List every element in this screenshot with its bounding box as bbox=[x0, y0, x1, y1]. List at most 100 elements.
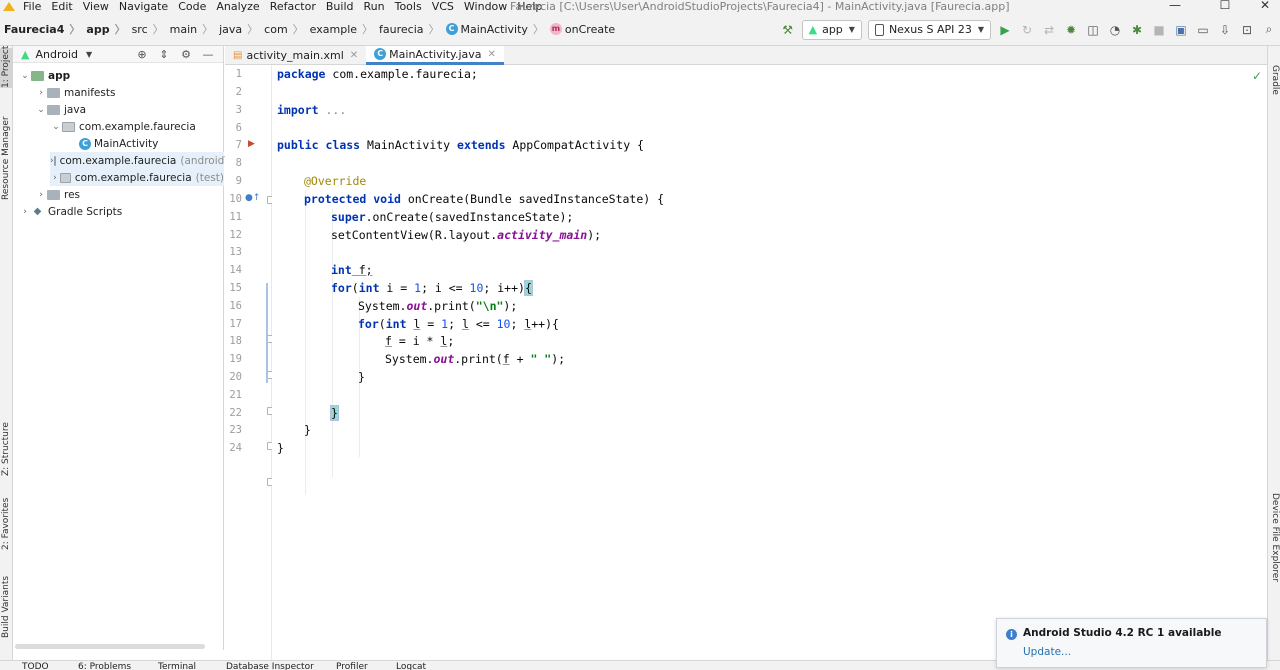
breadcrumb-example[interactable]: example 〉 bbox=[306, 21, 375, 37]
tree-item-app[interactable]: ⌄ app bbox=[19, 67, 70, 84]
apply-code-changes-icon[interactable]: ⇄ bbox=[1038, 19, 1060, 41]
line-number: 16 bbox=[229, 300, 242, 312]
tab-todo[interactable]: TODO bbox=[22, 662, 49, 670]
menu-code[interactable]: Code bbox=[173, 0, 211, 13]
android-icon: ▲ bbox=[21, 47, 30, 61]
code-line-3: import ... bbox=[277, 101, 346, 119]
menu-tools[interactable]: Tools bbox=[390, 0, 427, 13]
menu-navigate[interactable]: Navigate bbox=[114, 0, 173, 13]
line-number: 21 bbox=[229, 389, 242, 401]
breadcrumb-module[interactable]: app 〉 bbox=[82, 21, 127, 37]
coverage-icon[interactable]: ◫ bbox=[1082, 19, 1104, 41]
breadcrumb-java[interactable]: java 〉 bbox=[215, 21, 260, 37]
device-select[interactable]: Nexus S API 23 ▼ bbox=[867, 19, 991, 40]
tab-mainactivity-java[interactable]: C MainActivity.java ✕ bbox=[366, 46, 504, 65]
tab-terminal[interactable]: Terminal bbox=[158, 662, 196, 670]
folder-icon bbox=[47, 189, 60, 200]
avd-manager-icon[interactable]: ▭ bbox=[1192, 19, 1214, 41]
line-number: 18 bbox=[229, 335, 242, 347]
code-editor[interactable]: package com.example.faurecia; import ...… bbox=[272, 65, 1267, 660]
layout-inspector-icon[interactable]: ⊡ bbox=[1236, 19, 1258, 41]
tree-item-package-androidtest[interactable]: › com.example.faurecia (androidT bbox=[50, 152, 231, 169]
tree-item-mainactivity[interactable]: C MainActivity bbox=[79, 135, 158, 152]
menu-refactor[interactable]: Refactor bbox=[265, 0, 321, 13]
close-icon[interactable]: ✕ bbox=[488, 49, 496, 60]
sdk-manager-icon[interactable]: ⇩ bbox=[1214, 19, 1236, 41]
horizontal-scrollbar[interactable] bbox=[15, 644, 205, 649]
tab-problems[interactable]: 6: Problems bbox=[78, 662, 131, 670]
tab-favorites[interactable]: 2: Favorites bbox=[0, 498, 13, 550]
breadcrumb-main[interactable]: main 〉 bbox=[166, 21, 215, 37]
breadcrumb-project[interactable]: Faurecia4 〉 bbox=[0, 21, 82, 37]
menu-run[interactable]: Run bbox=[359, 0, 390, 13]
breadcrumb-com[interactable]: com 〉 bbox=[260, 21, 306, 37]
tab-structure[interactable]: Z: Structure bbox=[0, 422, 13, 476]
breadcrumb-src[interactable]: src 〉 bbox=[128, 21, 166, 37]
override-marker-icon[interactable]: ●↑ bbox=[245, 193, 260, 203]
debug-icon[interactable]: ✹ bbox=[1060, 19, 1082, 41]
menu-vcs[interactable]: VCS bbox=[427, 0, 459, 13]
hammer-build-icon[interactable]: ⚒ bbox=[777, 19, 799, 41]
no-problems-check-icon[interactable]: ✓ bbox=[1252, 69, 1262, 83]
tab-gradle[interactable]: Gradle bbox=[1268, 60, 1280, 100]
collapse-all-icon[interactable]: ⇕ bbox=[153, 48, 175, 61]
tab-project[interactable]: 1: Project bbox=[0, 46, 13, 88]
tab-device-file-explorer[interactable]: Device File Explorer bbox=[1268, 490, 1280, 585]
code-text: ; bbox=[510, 317, 525, 331]
run-icon[interactable]: ▶ bbox=[994, 19, 1016, 41]
editor-gutter: 1 2 3 6 7 8 9 10 11 12 13 14 15 16 17 18… bbox=[225, 65, 275, 660]
close-icon[interactable]: ✕ bbox=[350, 50, 358, 61]
menu-file[interactable]: File bbox=[18, 0, 46, 13]
tree-item-gradle-scripts[interactable]: › ◆ Gradle Scripts bbox=[19, 203, 122, 220]
menu-edit[interactable]: Edit bbox=[46, 0, 77, 13]
profile-icon[interactable]: ◔ bbox=[1104, 19, 1126, 41]
folded-region[interactable]: ... bbox=[319, 103, 346, 117]
code-text: l bbox=[461, 317, 469, 331]
menu-view[interactable]: View bbox=[78, 0, 114, 13]
stop-icon[interactable]: ■ bbox=[1148, 19, 1170, 41]
code-text: ); bbox=[587, 228, 602, 242]
code-line-10: protected void onCreate(Bundle savedInst… bbox=[304, 190, 664, 208]
attach-debugger-icon[interactable]: ✱ bbox=[1126, 19, 1148, 41]
notification-title: Android Studio 4.2 RC 1 available bbox=[1023, 627, 1222, 639]
tab-logcat[interactable]: Logcat bbox=[396, 662, 426, 670]
tab-activity-main-xml[interactable]: ▤ activity_main.xml ✕ bbox=[225, 46, 366, 65]
tree-item-res[interactable]: › res bbox=[35, 186, 80, 203]
tree-item-manifests[interactable]: › manifests bbox=[35, 84, 115, 101]
hide-panel-icon[interactable]: — bbox=[197, 48, 219, 61]
keyword: super bbox=[331, 210, 366, 224]
line-number: 10 bbox=[229, 193, 242, 205]
sync-project-icon[interactable]: ▣ bbox=[1170, 19, 1192, 41]
tree-item-package-test[interactable]: › com.example.faurecia (test) bbox=[50, 169, 224, 186]
search-icon[interactable]: ⌕ bbox=[1258, 19, 1280, 41]
tree-item-suffix: (androidT bbox=[180, 154, 231, 167]
minimize-icon[interactable]: — bbox=[1160, 0, 1190, 13]
tree-item-java[interactable]: ⌄ java bbox=[35, 101, 86, 118]
tree-item-package-main[interactable]: ⌄ com.example.faurecia bbox=[50, 118, 196, 135]
gear-icon[interactable]: ⚙ bbox=[175, 48, 197, 61]
close-window-icon[interactable]: ✕ bbox=[1250, 0, 1280, 13]
code-text: AppCompatActivity { bbox=[505, 138, 644, 152]
menu-build[interactable]: Build bbox=[321, 0, 359, 13]
breadcrumb-method[interactable]: m onCreate bbox=[546, 23, 617, 36]
tab-profiler[interactable]: Profiler bbox=[336, 662, 368, 670]
line-number: 11 bbox=[229, 211, 242, 223]
run-config-select[interactable]: ▲ app ▼ bbox=[801, 19, 862, 40]
chevron-right-icon: › bbox=[23, 206, 27, 217]
run-class-icon[interactable]: ▶ bbox=[248, 139, 255, 149]
menu-window[interactable]: Window bbox=[459, 0, 512, 13]
toolbar: ⚒ ▲ app ▼ Nexus S API 23 ▼ ▶ ↻ ⇄ ✹ ◫ ◔ ✱ ■ … bbox=[777, 13, 1280, 46]
update-link[interactable]: Update... bbox=[1023, 646, 1071, 658]
maximize-icon[interactable]: ☐ bbox=[1210, 0, 1240, 13]
tab-database-inspector[interactable]: Database Inspector bbox=[226, 662, 314, 670]
tab-resource-manager[interactable]: Resource Manager bbox=[0, 116, 13, 200]
tab-build-variants[interactable]: Build Variants bbox=[0, 576, 13, 638]
apply-changes-icon[interactable]: ↻ bbox=[1016, 19, 1038, 41]
code-text: ; bbox=[447, 334, 455, 348]
locate-icon[interactable]: ⊕ bbox=[131, 48, 153, 61]
keyword: for bbox=[331, 281, 352, 295]
info-icon: i bbox=[1006, 629, 1017, 640]
menu-analyze[interactable]: Analyze bbox=[211, 0, 264, 13]
breadcrumb-class[interactable]: C MainActivity 〉 bbox=[442, 21, 546, 37]
breadcrumb-faurecia[interactable]: faurecia 〉 bbox=[375, 21, 441, 37]
